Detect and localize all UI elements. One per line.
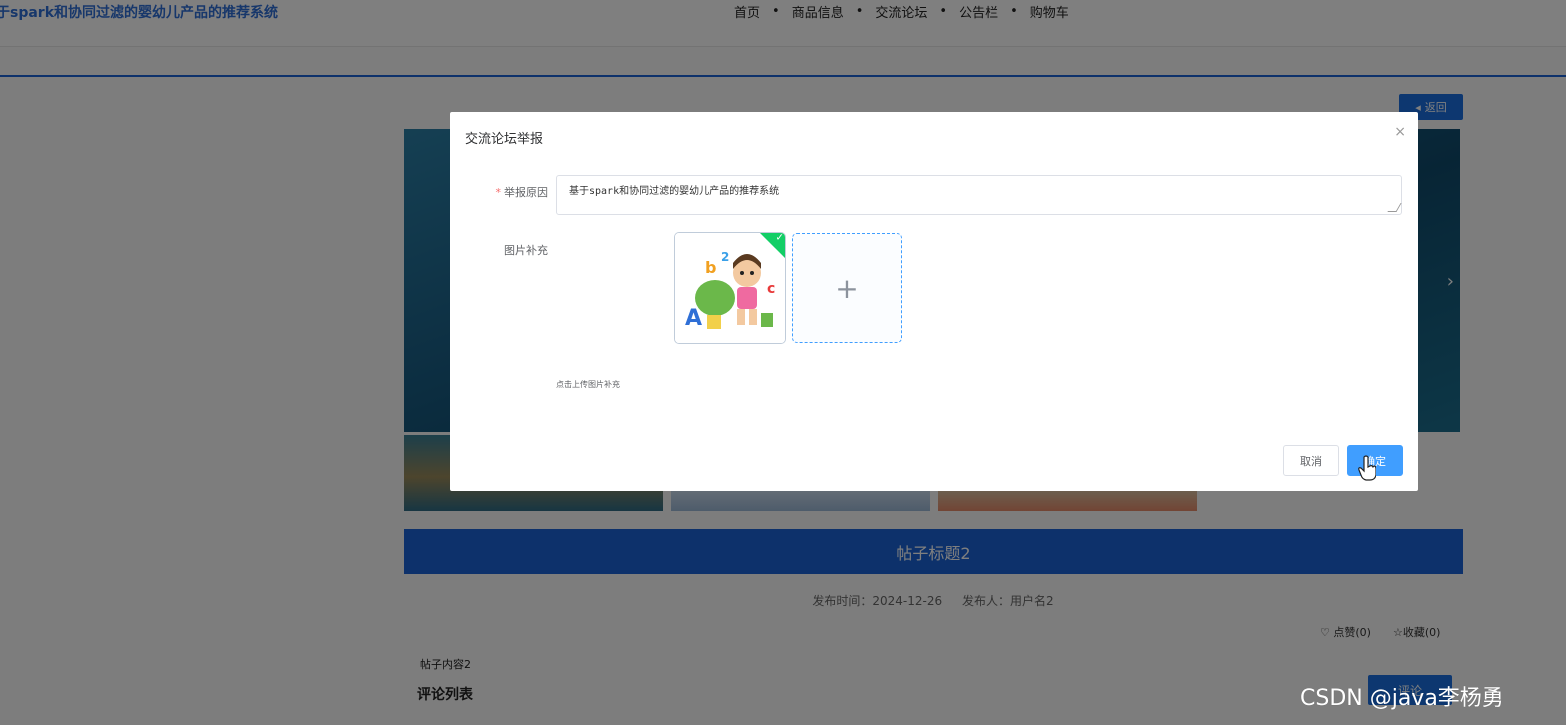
svg-text:c: c — [767, 281, 775, 297]
reason-label: * 举报原因 — [438, 184, 549, 200]
svg-text:2: 2 — [721, 250, 729, 264]
reason-value: 基于spark和协同过滤的婴幼儿产品的推荐系统 — [569, 186, 780, 197]
hand-pointer-icon — [1358, 455, 1376, 481]
resize-handle-icon[interactable] — [1387, 203, 1402, 212]
reason-textarea[interactable]: 基于spark和协同过滤的婴幼儿产品的推荐系统 — [556, 175, 1402, 215]
svg-text:A: A — [685, 306, 702, 331]
watermark: CSDN @java李杨勇 — [1300, 686, 1504, 711]
report-dialog: 交流论坛举报 × * 举报原因 基于spark和协同过滤的婴幼儿产品的推荐系统 图… — [450, 112, 1418, 491]
reason-label-text: 举报原因 — [504, 186, 548, 199]
uploaded-image[interactable]: A b c 2 ✓ — [674, 232, 786, 344]
close-icon[interactable]: × — [1394, 124, 1406, 140]
check-icon: ✓ — [775, 232, 784, 244]
svg-text:b: b — [705, 258, 716, 277]
cartoon-girl-image: A b c 2 — [675, 233, 785, 343]
plus-icon: + — [835, 271, 859, 305]
required-asterisk: * — [495, 186, 502, 199]
upload-tip: 点击上传图片补充 — [556, 380, 620, 389]
image-label: 图片补充 — [504, 244, 548, 257]
upload-add-button[interactable]: + — [792, 233, 902, 343]
dialog-title: 交流论坛举报 — [465, 132, 544, 147]
cancel-button[interactable]: 取消 — [1283, 445, 1339, 476]
